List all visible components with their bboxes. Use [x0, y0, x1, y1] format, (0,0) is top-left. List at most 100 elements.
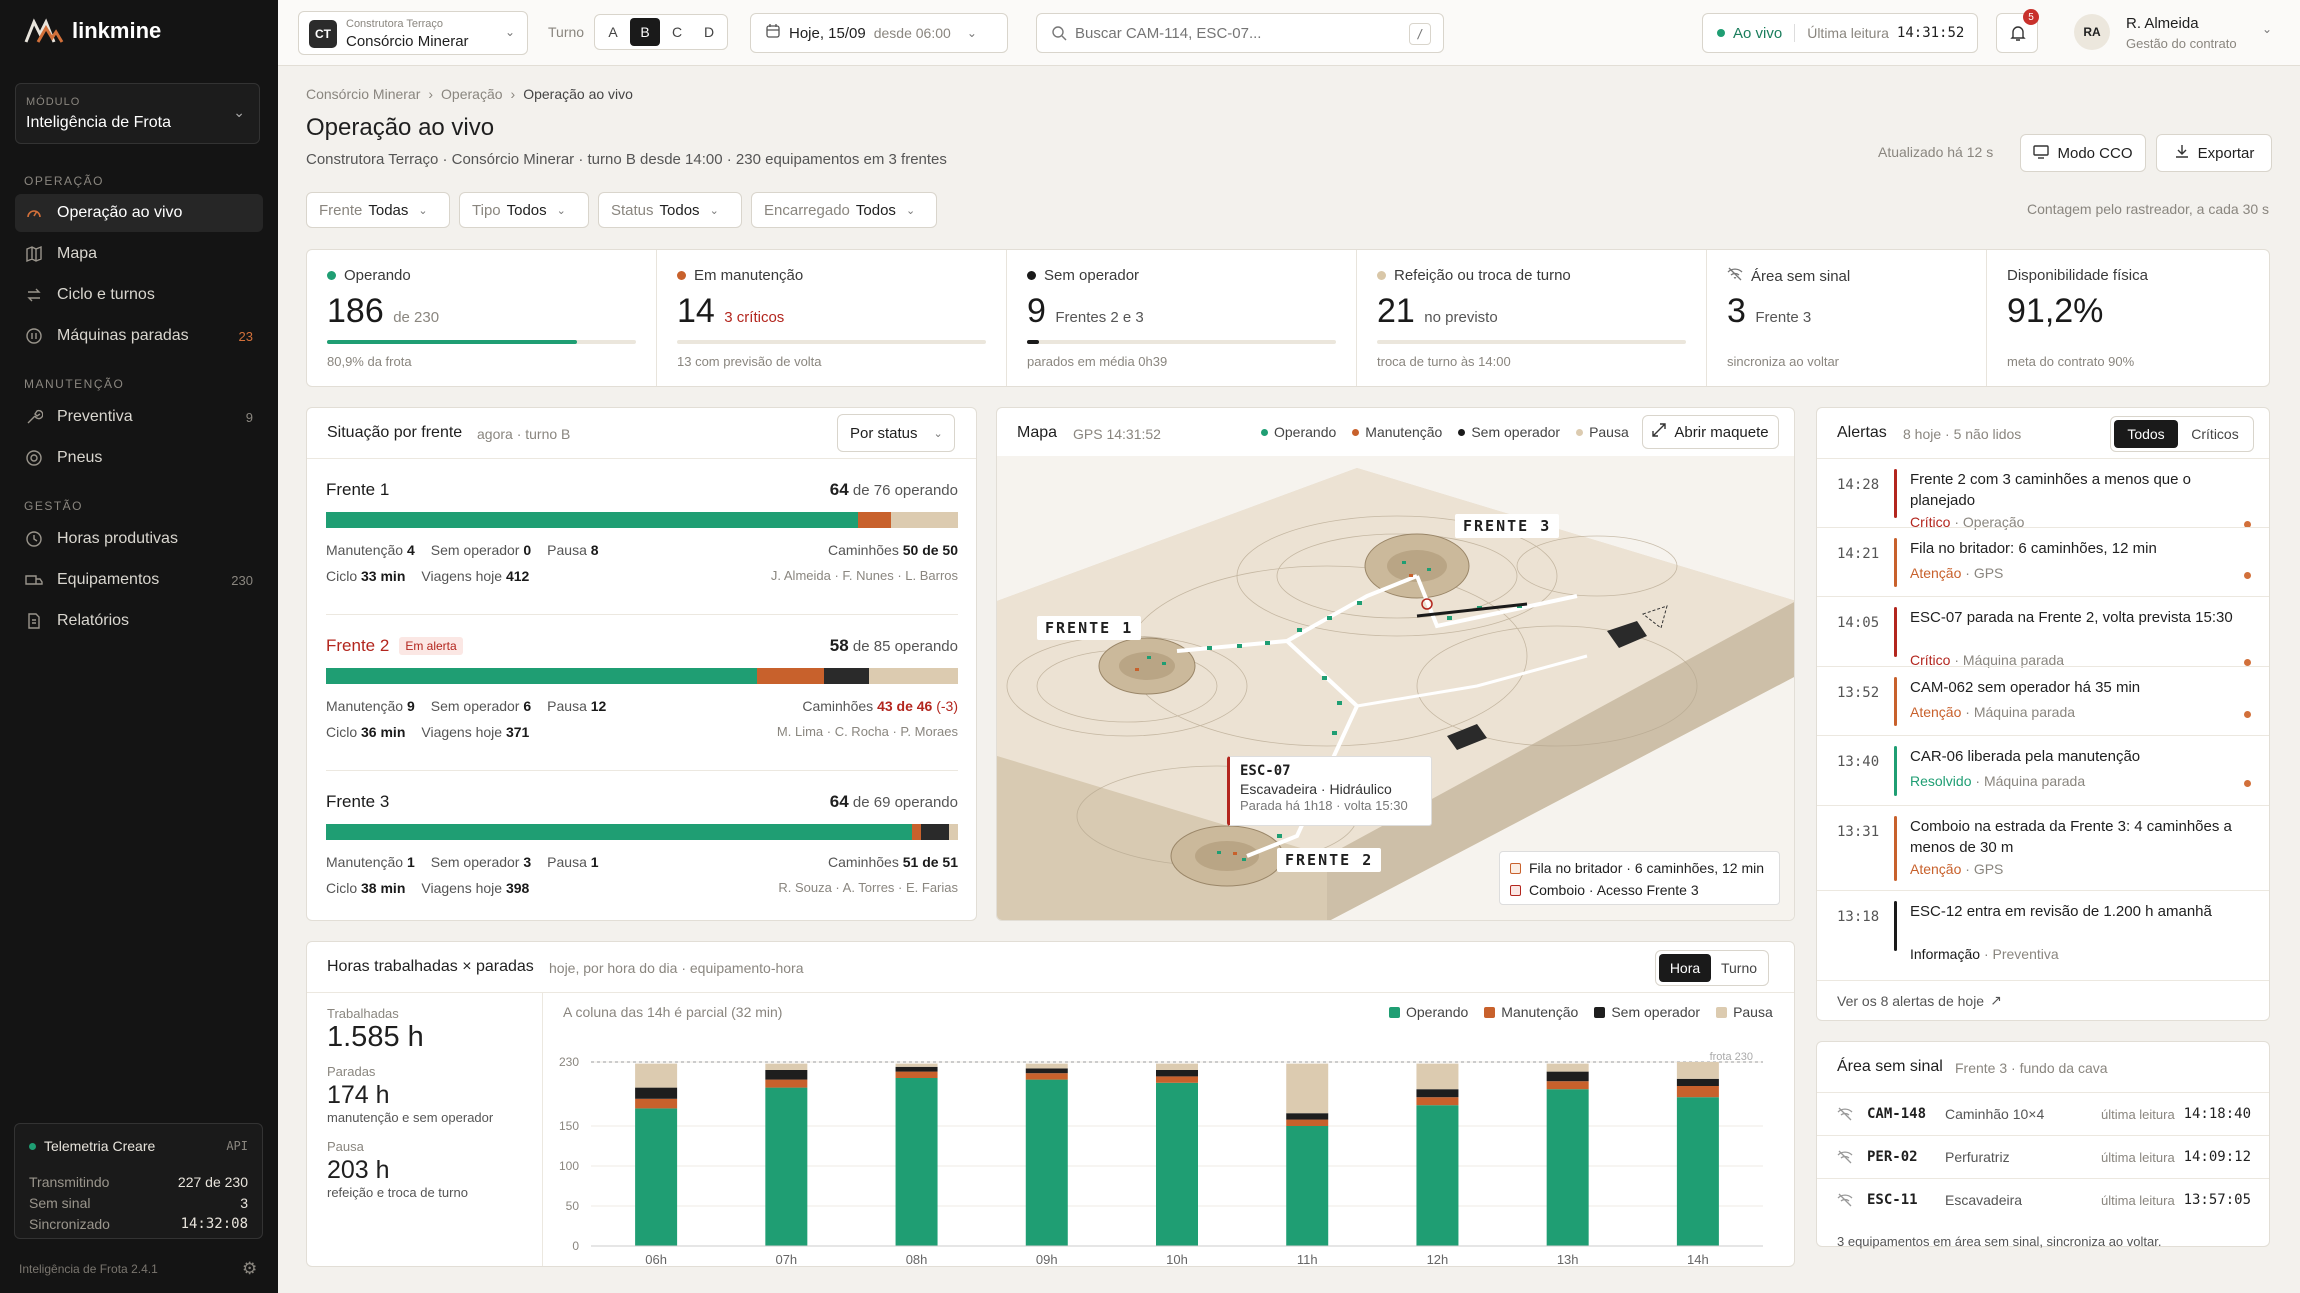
bar-segment-sem-operador[interactable]: [765, 1070, 808, 1080]
trucks-value: 43 de 46: [877, 698, 933, 714]
nav-horas-produtivas[interactable]: Horas produtivas: [15, 520, 263, 558]
no-signal-row[interactable]: ESC-11 Escavadeira última leitura 13:57:…: [1817, 1178, 2269, 1221]
filter-encarregado[interactable]: Encarregado Todos ⌄: [751, 192, 937, 228]
bar-segment-pausa[interactable]: [1416, 1063, 1459, 1090]
bar-segment-sem-operador[interactable]: [895, 1066, 938, 1072]
avatar[interactable]: RA: [2074, 14, 2110, 50]
filter-status[interactable]: Status Todos ⌄: [598, 192, 742, 228]
nav-equipamentos[interactable]: Equipamentos 230: [15, 561, 263, 599]
turno-option-b[interactable]: B: [630, 18, 660, 46]
front-label-3[interactable]: FRENTE 3: [1455, 514, 1560, 538]
bar-segment-sem-operador[interactable]: [1156, 1070, 1198, 1077]
alert-item[interactable]: 14:05 ESC-07 parada na Frente 2, volta p…: [1817, 596, 2269, 668]
bar-segment-manutenção[interactable]: [765, 1079, 808, 1088]
open-model-button[interactable]: Abrir maquete: [1642, 415, 1779, 449]
kpi-operando[interactable]: Operando 186 de 230 80,9% da frota: [307, 250, 657, 386]
notifications-button[interactable]: 5: [1996, 9, 2039, 53]
tab-hora[interactable]: Hora: [1659, 954, 1711, 982]
nav-ciclo-turnos[interactable]: Ciclo e turnos: [15, 276, 263, 314]
nav-preventiva[interactable]: Preventiva 9: [15, 398, 263, 436]
bar-segment-operando[interactable]: [635, 1108, 678, 1246]
no-signal-row[interactable]: PER-02 Perfuratriz última leitura 14:09:…: [1817, 1135, 2269, 1178]
bar-segment-operando[interactable]: [1416, 1105, 1459, 1246]
search-input[interactable]: [1075, 22, 1375, 44]
bar-segment-pausa[interactable]: [895, 1063, 938, 1067]
bar-segment-operando[interactable]: [1676, 1097, 1719, 1246]
kpi-manutencao[interactable]: Em manutenção 14 3 críticos 13 com previ…: [657, 250, 1007, 386]
map-note[interactable]: Comboio · Acesso Frente 3: [1510, 882, 1699, 898]
brand-logo[interactable]: linkmine: [24, 18, 161, 44]
bar-segment-pausa[interactable]: [1156, 1063, 1198, 1070]
module-selector[interactable]: MÓDULO Inteligência de Frota ⌄: [15, 83, 260, 144]
bar-segment-sem-operador[interactable]: [1416, 1089, 1459, 1098]
bar-segment-pausa[interactable]: [765, 1063, 808, 1070]
alert-item[interactable]: 13:52 CAM-062 sem operador há 35 min Ate…: [1817, 666, 2269, 735]
bar-segment-pausa[interactable]: [1546, 1063, 1589, 1072]
user-name[interactable]: R. Almeida: [2126, 15, 2199, 32]
tab-turno[interactable]: Turno: [1713, 954, 1765, 982]
bar-segment-manutenção[interactable]: [1416, 1097, 1459, 1106]
bar-segment-manutenção[interactable]: [1156, 1076, 1198, 1083]
bar-segment-operando[interactable]: [1546, 1089, 1589, 1246]
chevron-down-icon[interactable]: ⌄: [2262, 22, 2272, 36]
cco-mode-button[interactable]: Modo CCO: [2020, 134, 2146, 172]
bar-segment-manutenção[interactable]: [895, 1071, 938, 1078]
no-signal-row[interactable]: CAM-148 Caminhão 10×4 última leitura 14:…: [1817, 1092, 2269, 1135]
alert-item[interactable]: 13:31 Comboio na estrada da Frente 3: 4 …: [1817, 805, 2269, 890]
bar-segment-pausa[interactable]: [1676, 1062, 1719, 1079]
bar-segment-sem-operador[interactable]: [1676, 1078, 1719, 1086]
bar-segment-sem-operador[interactable]: [1286, 1113, 1329, 1120]
front-label-2[interactable]: FRENTE 2: [1277, 848, 1382, 872]
gear-icon[interactable]: ⚙: [242, 1259, 257, 1279]
bar-segment-manutenção[interactable]: [1286, 1119, 1329, 1126]
legend-item: Pausa: [1716, 1004, 1773, 1020]
company-selector[interactable]: CT Construtora Terraço Consórcio Minerar…: [298, 11, 528, 55]
alert-item[interactable]: 13:40 CAR-06 liberada pela manutenção Re…: [1817, 735, 2269, 805]
bar-segment-manutenção[interactable]: [635, 1098, 678, 1109]
bar-segment-pausa[interactable]: [635, 1063, 678, 1088]
nav-pneus[interactable]: Pneus: [15, 439, 263, 477]
nav-relatorios[interactable]: Relatórios: [15, 602, 263, 640]
alert-item[interactable]: 13:18 ESC-12 entra em revisão de 1.200 h…: [1817, 890, 2269, 962]
see-all-alerts-link[interactable]: Ver os 8 alertas de hoje ↗: [1817, 980, 2269, 1020]
front-label-1[interactable]: FRENTE 1: [1037, 616, 1142, 640]
bar-segment-pausa[interactable]: [1286, 1063, 1329, 1114]
nav-mapa[interactable]: Mapa: [15, 235, 263, 273]
bar-segment-sem-operador[interactable]: [635, 1087, 678, 1099]
bar-segment-pausa[interactable]: [1025, 1063, 1068, 1069]
bar-segment-operando[interactable]: [1156, 1082, 1198, 1246]
kpi-sem-operador[interactable]: Sem operador 9 Frentes 2 e 3 parados em …: [1007, 250, 1357, 386]
bar-segment-manutenção[interactable]: [1025, 1073, 1068, 1080]
bar-segment-sem-operador[interactable]: [1546, 1071, 1589, 1082]
map-canvas[interactable]: FRENTE 1 FRENTE 2 FRENTE 3 ESC-07 Escava…: [997, 456, 1794, 920]
bar-segment-operando[interactable]: [1025, 1079, 1068, 1246]
bar-segment-operando[interactable]: [1286, 1126, 1329, 1246]
kpi-sem-sinal[interactable]: Área sem sinal 3 Frente 3 sincroniza ao …: [1707, 250, 1987, 386]
alert-severity-bar: [1894, 816, 1897, 881]
tab-criticos[interactable]: Críticos: [2180, 420, 2250, 448]
search-box[interactable]: /: [1036, 13, 1444, 53]
bar-segment-manutenção[interactable]: [1546, 1081, 1589, 1090]
breadcrumb-item[interactable]: Operação: [441, 86, 502, 102]
kpi-refeicao[interactable]: Refeição ou troca de turno 21 no previst…: [1357, 250, 1707, 386]
turno-option-d[interactable]: D: [694, 18, 724, 46]
bar-segment-manutenção[interactable]: [1676, 1086, 1719, 1098]
nav-operacao-ao-vivo[interactable]: Operação ao vivo: [15, 194, 263, 232]
kpi-disponibilidade[interactable]: Disponibilidade física 91,2% meta do con…: [1987, 250, 2271, 386]
filter-frente[interactable]: Frente Todas ⌄: [306, 192, 450, 228]
bar-segment-operando[interactable]: [765, 1087, 808, 1246]
breadcrumb-item[interactable]: Consórcio Minerar: [306, 86, 420, 102]
bar-segment-operando[interactable]: [895, 1078, 938, 1246]
turno-option-c[interactable]: C: [662, 18, 692, 46]
alert-item[interactable]: 14:21 Fila no britador: 6 caminhões, 12 …: [1817, 527, 2269, 596]
nav-maquinas-paradas[interactable]: Máquinas paradas 23: [15, 317, 263, 355]
map-note[interactable]: Fila no britador · 6 caminhões, 12 min: [1510, 860, 1764, 876]
tab-todos[interactable]: Todos: [2114, 420, 2178, 448]
alert-item[interactable]: 14:28 Frente 2 com 3 caminhões a menos q…: [1817, 458, 2269, 530]
bar-segment-sem-operador[interactable]: [1025, 1068, 1068, 1074]
fronts-view-select[interactable]: Por status ⌄: [837, 414, 955, 452]
export-button[interactable]: Exportar: [2156, 134, 2272, 172]
turno-option-a[interactable]: A: [598, 18, 628, 46]
filter-tipo[interactable]: Tipo Todos ⌄: [459, 192, 589, 228]
date-picker[interactable]: Hoje, 15/09 desde 06:00 ⌄: [750, 13, 1008, 53]
